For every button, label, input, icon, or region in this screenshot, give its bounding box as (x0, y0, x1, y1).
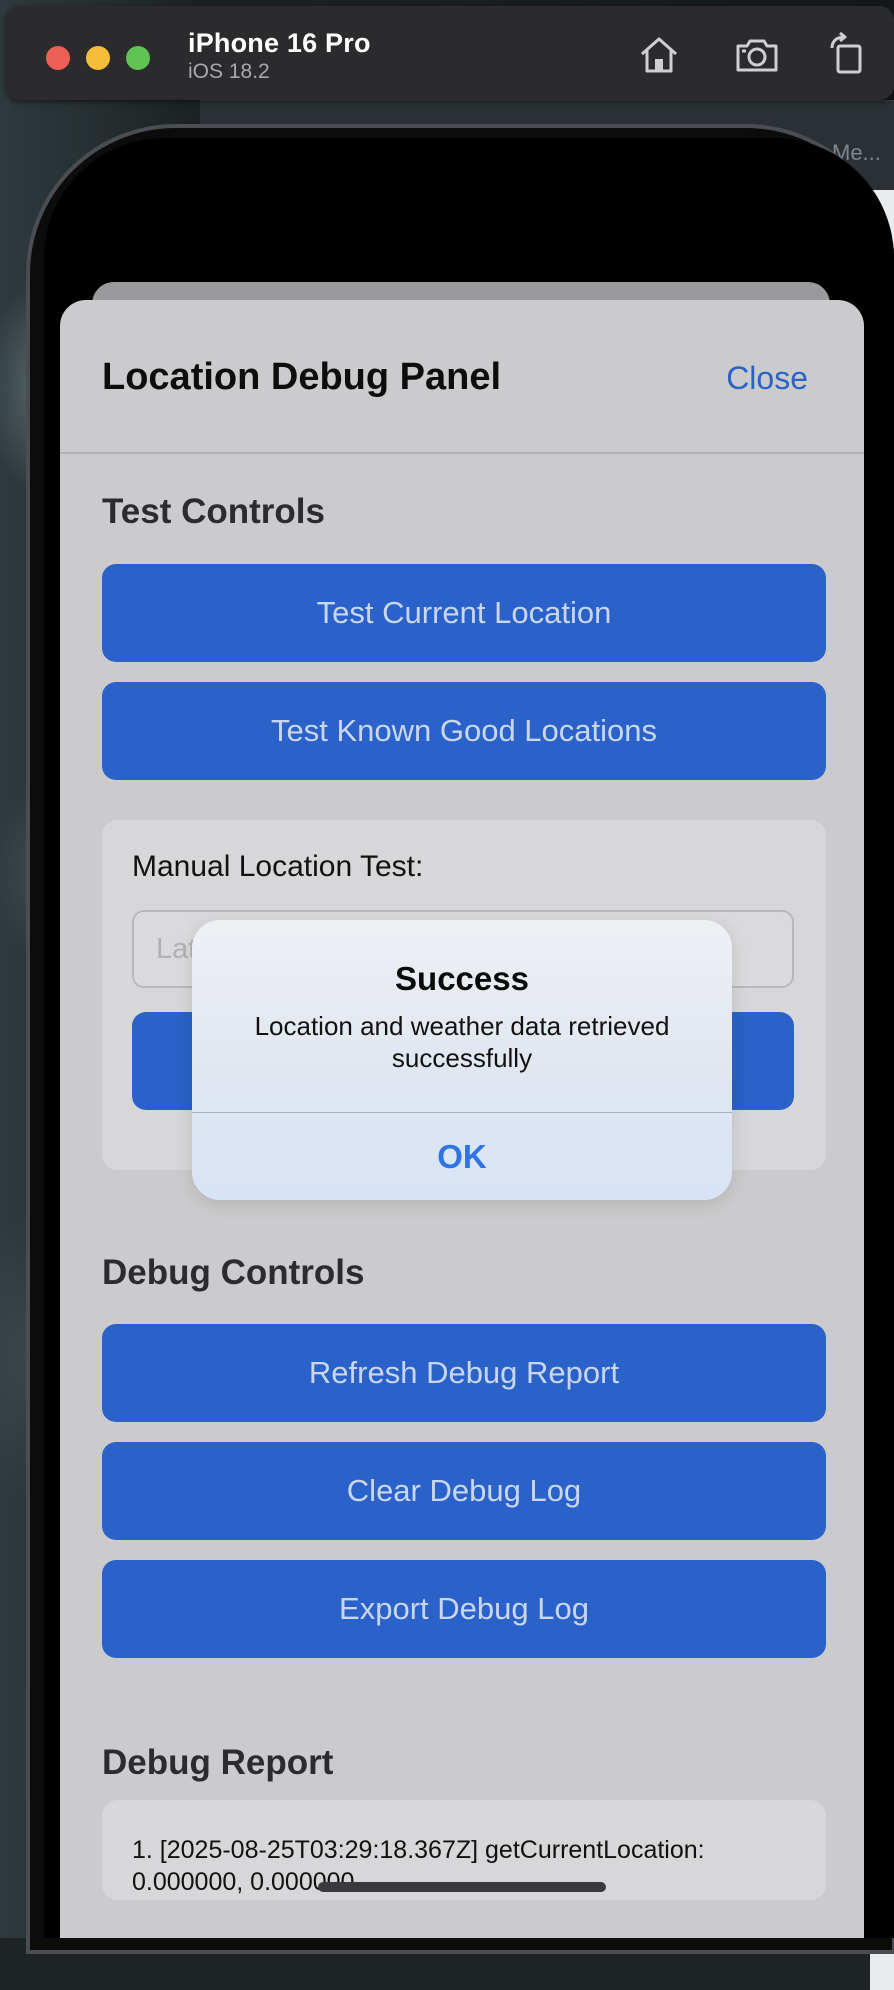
alert-ok-button[interactable]: OK (192, 1113, 732, 1200)
manual-location-test-label: Manual Location Test: (132, 850, 424, 883)
alert-title: Success (395, 960, 529, 997)
test-known-good-locations-button[interactable]: Test Known Good Locations (102, 682, 826, 780)
debug-controls-heading: Debug Controls (102, 1253, 365, 1292)
clear-debug-log-button[interactable]: Clear Debug Log (102, 1442, 826, 1540)
device-name: iPhone 16 Pro (188, 28, 371, 58)
home-icon[interactable] (636, 32, 682, 78)
zoom-window-button[interactable] (126, 46, 150, 70)
home-indicator[interactable] (318, 1882, 606, 1892)
simulator-title-bar: iPhone 16 Pro iOS 18.2 (6, 6, 894, 100)
success-alert: Success Location and weather data retrie… (192, 920, 732, 1200)
panel-header: Location Debug Panel Close (60, 300, 864, 454)
refresh-debug-report-button[interactable]: Refresh Debug Report (102, 1324, 826, 1422)
panel-title: Location Debug Panel (102, 356, 502, 398)
test-controls-heading: Test Controls (102, 492, 325, 531)
minimize-window-button[interactable] (86, 46, 110, 70)
rotate-device-icon[interactable] (826, 31, 872, 78)
export-debug-log-button[interactable]: Export Debug Log (102, 1560, 826, 1658)
os-version: iOS 18.2 (188, 60, 270, 83)
debug-report-heading: Debug Report (102, 1743, 334, 1782)
close-window-button[interactable] (46, 46, 70, 70)
close-button[interactable]: Close (726, 360, 808, 397)
alert-message: Location and weather data retrieved succ… (254, 1011, 670, 1073)
test-current-location-button[interactable]: Test Current Location (102, 564, 826, 662)
screenshot-camera-icon[interactable] (734, 32, 780, 78)
